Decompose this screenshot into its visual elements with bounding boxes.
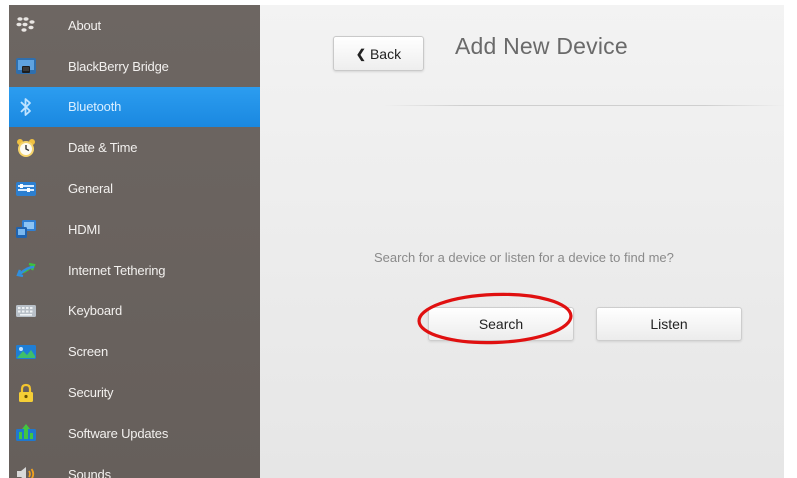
listen-button[interactable]: Listen	[596, 307, 742, 341]
add-device-panel: ❮ Back Add New Device Search for a devic…	[260, 5, 784, 478]
chevron-left-icon: ❮	[355, 46, 366, 61]
sidebar-item-blackberry-bridge[interactable]: BlackBerry Bridge	[9, 46, 260, 87]
discovery-prompt: Search for a device or listen for a devi…	[374, 250, 674, 265]
search-button[interactable]: Search	[428, 307, 574, 341]
speaker-icon	[15, 463, 37, 478]
bridge-icon	[15, 55, 37, 77]
keyboard-icon	[15, 300, 37, 322]
sidebar-item-about[interactable]: About	[9, 5, 260, 46]
back-label: Back	[369, 45, 402, 62]
sidebar-item-date-time[interactable]: Date & Time	[9, 127, 260, 168]
settings-window: About BlackBerry Bridge Bluetooth Date &…	[9, 5, 784, 478]
sidebar-item-screen[interactable]: Screen	[9, 331, 260, 372]
sidebar-item-label: Software Updates	[68, 425, 169, 441]
sidebar-item-label: Keyboard	[68, 303, 123, 319]
sidebar-item-security[interactable]: Security	[9, 372, 260, 413]
back-button[interactable]: ❮ Back	[333, 36, 424, 71]
sidebar-item-label: Screen	[68, 344, 108, 360]
sidebar-item-label: General	[68, 181, 113, 197]
sidebar-item-software-updates[interactable]: Software Updates	[9, 413, 260, 454]
software-updates-icon	[15, 422, 37, 444]
hdmi-icon	[15, 218, 37, 240]
lock-icon	[15, 382, 37, 404]
sidebar-item-label: Sounds	[68, 466, 111, 478]
bluetooth-icon	[15, 96, 37, 118]
clock-icon	[15, 137, 37, 159]
sidebar-item-label: HDMI	[68, 221, 101, 237]
sidebar-item-sounds[interactable]: Sounds	[9, 454, 260, 478]
title-divider	[383, 105, 784, 106]
sidebar-item-label: Security	[68, 385, 114, 401]
blackberry-logo-icon	[15, 14, 37, 36]
sidebar-item-label: Date & Time	[68, 140, 138, 156]
sidebar-item-label: About	[68, 17, 101, 33]
sidebar-item-label: BlackBerry Bridge	[68, 58, 169, 74]
sidebar-item-keyboard[interactable]: Keyboard	[9, 291, 260, 332]
sidebar-item-label: Bluetooth	[68, 99, 122, 115]
page-title: Add New Device	[455, 33, 628, 59]
general-icon	[15, 178, 37, 200]
sidebar-item-label: Internet Tethering	[68, 262, 166, 278]
settings-sidebar: About BlackBerry Bridge Bluetooth Date &…	[9, 5, 260, 478]
sidebar-item-bluetooth[interactable]: Bluetooth	[9, 86, 260, 128]
sidebar-item-general[interactable]: General	[9, 168, 260, 209]
tethering-icon	[15, 259, 37, 281]
sidebar-item-internet-tethering[interactable]: Internet Tethering	[9, 250, 260, 291]
screen-icon	[15, 341, 37, 363]
sidebar-item-hdmi[interactable]: HDMI	[9, 209, 260, 250]
